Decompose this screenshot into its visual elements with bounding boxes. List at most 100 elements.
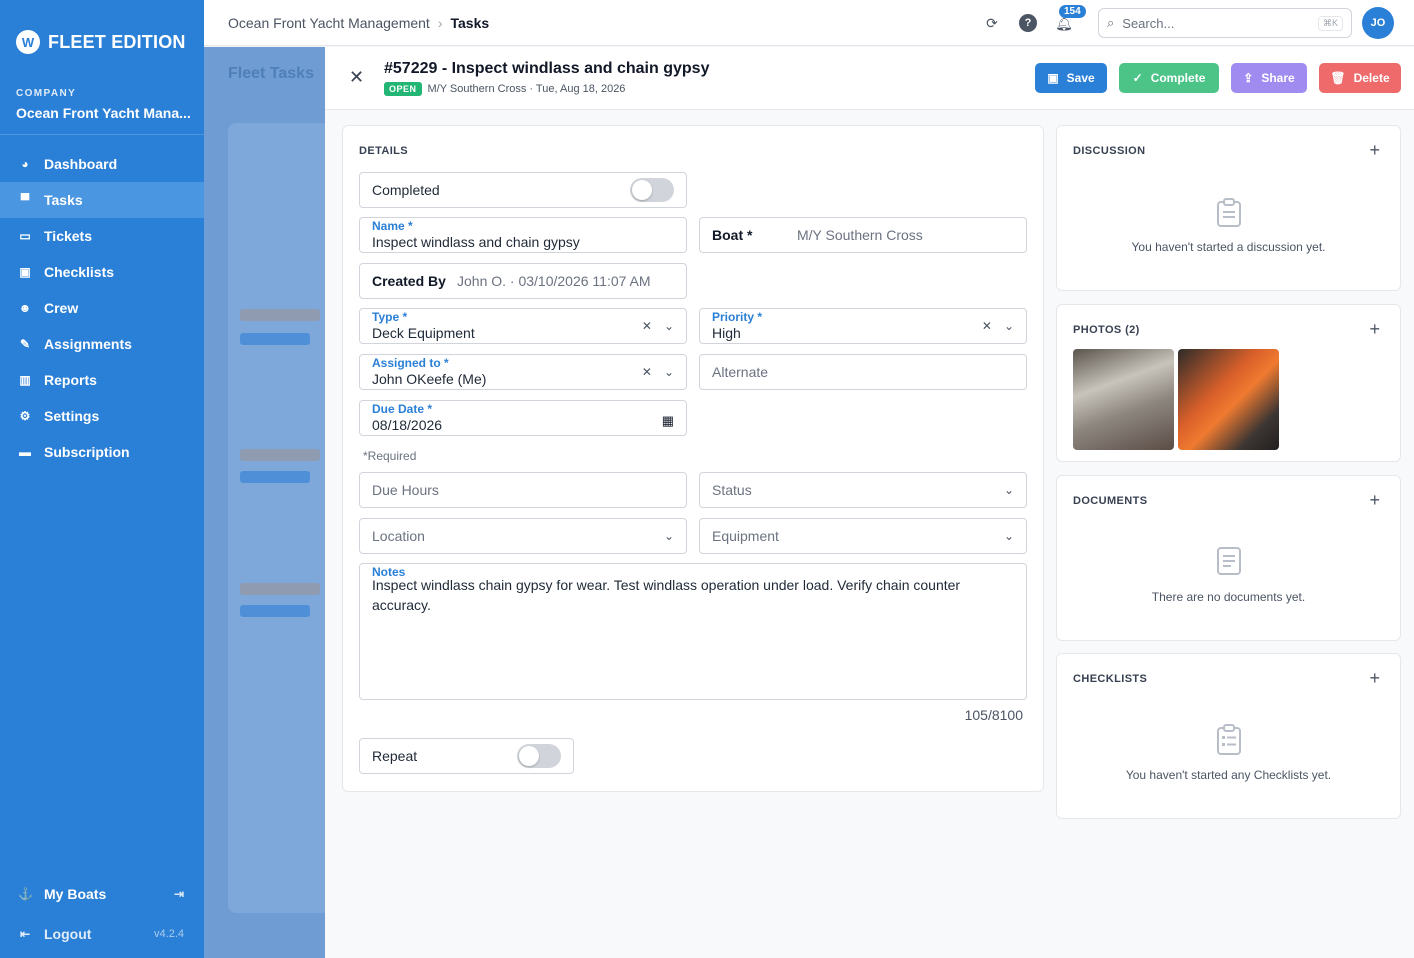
complete-button[interactable]: ✓ Complete [1119,63,1219,93]
avatar[interactable]: JO [1362,7,1394,39]
search-icon: ⌕ [1107,15,1115,30]
breadcrumb-company[interactable]: Ocean Front Yacht Management [228,15,430,31]
equipment-select[interactable]: Equipment ⌄ [699,518,1027,554]
chevron-down-icon[interactable]: ⌄ [1004,483,1014,497]
tasks-icon: ▀ [20,193,30,207]
share-icon: ⇪ [1243,71,1254,85]
repeat-field: Repeat [359,738,574,774]
documents-empty: There are no documents yet. [1151,590,1306,604]
chevron-down-icon[interactable]: ⌄ [664,365,674,379]
details-card: DETAILS Completed Name * Inspect windlas… [342,125,1044,792]
sidebar-item-settings[interactable]: ⚙ Settings [0,398,204,434]
notes-counter: 105/8100 [964,707,1023,723]
clear-icon[interactable]: ✕ [982,319,992,333]
chevron-down-icon[interactable]: ⌄ [664,319,674,333]
calendar-icon[interactable]: ▦ [662,413,674,429]
save-icon: ▣ [1047,71,1059,85]
my-boats-label: My Boats [44,886,107,902]
assigned-to-label: Assigned to * [372,356,449,370]
photo-thumbnail[interactable] [1073,349,1174,450]
close-icon[interactable]: ✕ [349,67,364,88]
sidebar-item-checklists[interactable]: ▣ Checklists [0,254,204,290]
search-input[interactable]: ⌕ Search... ⌘K [1098,8,1352,38]
sidebar-item-dashboard[interactable]: ◕ Dashboard [0,146,204,182]
sidebar-item-tickets[interactable]: ▭ Tickets [0,218,204,254]
completed-field: Completed [359,172,687,208]
repeat-label: Repeat [372,748,418,764]
switch-icon: ⇥ [173,887,184,901]
location-select[interactable]: Location ⌄ [359,518,687,554]
backdrop-bar [240,605,310,617]
sidebar-divider [0,134,204,135]
due-date-value: 08/18/2026 [372,417,443,433]
share-button[interactable]: ⇪ Share [1231,63,1307,93]
sidebar-item-label: Checklists [44,264,115,280]
search-placeholder: Search... [1122,15,1175,31]
logout-icon: ⇤ [19,927,31,941]
details-heading: DETAILS [359,145,409,157]
sidebar-item-tasks[interactable]: ▀ Tasks [0,182,204,218]
documents-heading: DOCUMENTS [1073,495,1148,507]
backdrop-bar [240,309,320,321]
photo-thumbnail[interactable] [1178,349,1279,450]
notes-textarea[interactable]: Notes Inspect windlass chain gypsy for w… [359,563,1027,700]
photos-card: PHOTOS (2) + [1056,304,1401,462]
equipment-placeholder: Equipment [712,528,779,544]
crew-icon: ☻ [18,301,32,315]
help-icon[interactable]: ? [1019,14,1037,32]
delete-button[interactable]: 🗑︎ Delete [1319,63,1401,93]
due-hours-placeholder: Due Hours [372,482,439,498]
clear-icon[interactable]: ✕ [642,365,652,379]
chevron-down-icon[interactable]: ⌄ [1004,319,1014,333]
status-select[interactable]: Status ⌄ [699,472,1027,508]
due-date-input[interactable]: Due Date * 08/18/2026 ▦ [359,400,687,436]
discussion-empty: You haven't started a discussion yet. [1131,240,1326,254]
created-by-field: Created By John O. · 03/10/2026 11:07 AM [359,263,687,299]
clear-icon[interactable]: ✕ [642,319,652,333]
notes-value: Inspect windlass chain gypsy for wear. T… [372,577,961,613]
brand-logo[interactable]: W FLEET EDITION [16,30,186,54]
status-badge: OPEN [384,82,422,96]
trash-icon: 🗑︎ [1330,71,1346,85]
sidebar-item-label: Tasks [44,192,83,208]
repeat-toggle[interactable] [517,744,561,768]
photos-heading: PHOTOS (2) [1073,324,1140,336]
sidebar-item-subscription[interactable]: ▬ Subscription [0,434,204,470]
my-boats-link[interactable]: ⚓ My Boats ⇥ [0,874,204,914]
save-button[interactable]: ▣ Save [1035,63,1107,93]
page-backdrop[interactable]: Fleet Tasks [204,47,325,958]
logout-label: Logout [44,926,92,942]
add-document-button[interactable]: + [1369,490,1380,511]
completed-toggle[interactable] [630,178,674,202]
refresh-icon[interactable]: ⟳ [983,14,1001,32]
boat-field[interactable]: Boat * M/Y Southern Cross [699,217,1027,253]
boat-label: Boat * [712,227,753,243]
select-controls: ✕ ⌄ [642,319,674,333]
priority-select[interactable]: Priority * High ✕ ⌄ [699,308,1027,344]
type-select[interactable]: Type * Deck Equipment ✕ ⌄ [359,308,687,344]
add-checklist-button[interactable]: + [1369,668,1380,689]
chevron-right-icon: › [437,15,443,31]
add-discussion-button[interactable]: + [1369,140,1380,161]
alternate-placeholder: Alternate [712,364,769,380]
logout-link[interactable]: ⇤ Logout v4.2.4 [0,914,204,954]
backdrop-bar [240,471,310,483]
sidebar-footer: ⚓ My Boats ⇥ ⇤ Logout v4.2.4 [0,874,204,954]
name-field[interactable]: Name * Inspect windlass and chain gypsy [359,217,687,253]
sidebar-item-assignments[interactable]: ✎ Assignments [0,326,204,362]
assigned-to-select[interactable]: Assigned to * John OKeefe (Me) ✕ ⌄ [359,354,687,390]
due-hours-input[interactable]: Due Hours [359,472,687,508]
sidebar-item-crew[interactable]: ☻ Crew [0,290,204,326]
priority-label: Priority * [712,310,763,324]
chevron-down-icon[interactable]: ⌄ [664,529,674,543]
alternate-select[interactable]: Alternate [699,354,1027,390]
company-switcher[interactable]: COMPANY Ocean Front Yacht Mana... [16,88,196,121]
checklists-heading: CHECKLISTS [1073,673,1148,685]
add-photo-button[interactable]: + [1369,319,1380,340]
chevron-down-icon[interactable]: ⌄ [1004,529,1014,543]
due-date-label: Due Date * [372,402,433,416]
backdrop-board [228,123,325,913]
sidebar-item-reports[interactable]: ▥ Reports [0,362,204,398]
select-controls: ✕ ⌄ [642,365,674,379]
select-controls: ⌄ [664,529,674,543]
